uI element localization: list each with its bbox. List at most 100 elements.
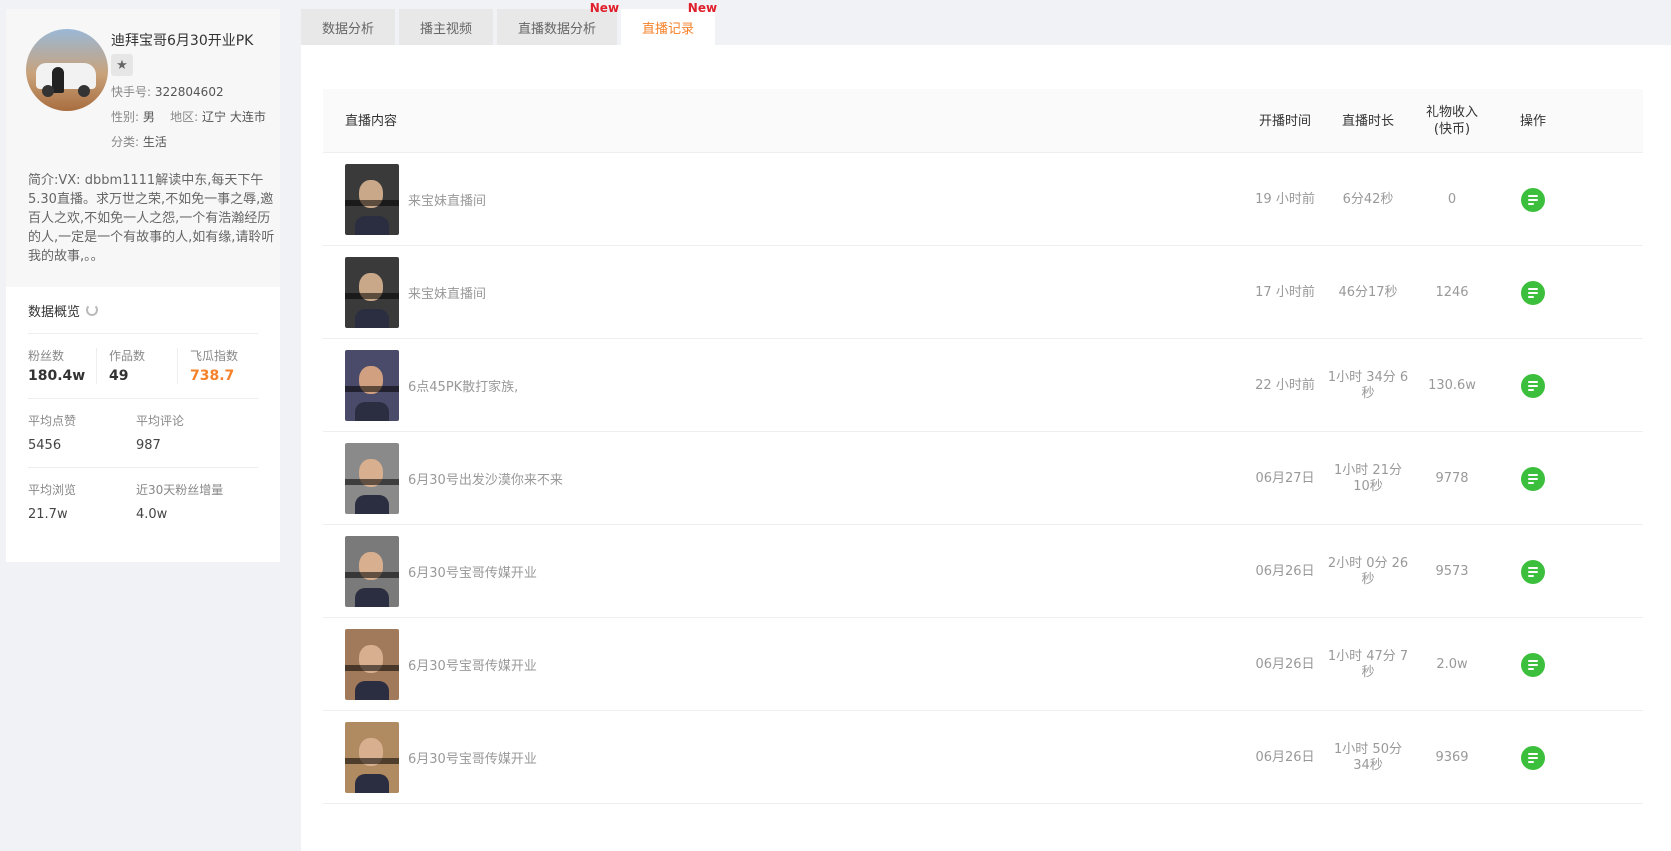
data-overview: 数据概览 粉丝数 180.4w 作品数 49 飞瓜指数 738.7 平均点赞 5… <box>6 287 280 530</box>
avg-likes-label: 平均点赞 <box>28 414 77 428</box>
fans-value: 180.4w <box>28 368 86 384</box>
header-gift-line2: (快币) <box>1433 122 1471 137</box>
live-title[interactable]: 来宝妹直播间 <box>408 246 486 339</box>
gift-income: 9369 <box>1435 749 1469 765</box>
index-value: 738.7 <box>190 368 235 384</box>
details-list-button[interactable] <box>1521 466 1545 491</box>
new-badge: New <box>589 1 620 15</box>
gift-income: 2.0w <box>1436 656 1468 672</box>
tab-data-analysis[interactable]: 数据分析 <box>301 9 396 45</box>
avg-comments-value: 987 <box>136 438 161 453</box>
main-stats: 粉丝数 180.4w 作品数 49 飞瓜指数 738.7 <box>28 348 258 384</box>
live-title[interactable]: 6月30号宝哥传媒开业 <box>408 711 537 804</box>
details-list-button[interactable] <box>1521 280 1545 305</box>
divider <box>28 333 258 334</box>
gift-income: 9573 <box>1435 563 1469 579</box>
index-stat: 飞瓜指数 738.7 <box>177 348 258 384</box>
overview-title-row: 数据概览 <box>28 301 258 320</box>
kuaishou-id-value: 322804602 <box>154 85 224 99</box>
live-title[interactable]: 6月30号宝哥传媒开业 <box>408 525 537 618</box>
live-thumbnail[interactable] <box>345 629 399 700</box>
avg-stats-row-2: 平均浏览 21.7w 近30天粉丝增量 4.0w <box>28 482 258 530</box>
tab-bar: 数据分析 播主视频 直播数据分析 New 直播记录 New <box>301 1 717 45</box>
operation-cell <box>1508 339 1558 432</box>
tab-label: 数据分析 <box>322 21 375 37</box>
tab-label: 直播记录 <box>642 21 695 37</box>
profile-name: 迪拜宝哥6月30开业PK <box>111 33 254 49</box>
operation-cell <box>1508 246 1558 339</box>
gift-income: 0 <box>1447 191 1457 207</box>
header-content: 直播内容 <box>345 113 398 129</box>
table-row: 6月30号出发沙漠你来不来 06月27日 1小时 21分 10秒 9778 <box>323 432 1643 525</box>
live-thumbnail[interactable] <box>345 536 399 607</box>
header-gift-line1: 礼物收入 <box>1425 105 1478 120</box>
region-value: 辽宁 大连市 <box>202 110 266 124</box>
operation-cell <box>1508 525 1558 618</box>
avg-stats-row-1: 平均点赞 5456 平均评论 987 <box>28 413 258 461</box>
live-title[interactable]: 6月30号宝哥传媒开业 <box>408 618 537 711</box>
category-label: 分类: <box>111 135 140 149</box>
gender-label: 性别: <box>111 110 140 124</box>
operation-cell <box>1508 618 1558 711</box>
fans-growth-label: 近30天粉丝增量 <box>136 483 224 497</box>
duration: 1小时 50分 34秒 <box>1334 741 1402 773</box>
live-thumbnail[interactable] <box>345 350 399 421</box>
divider <box>28 398 258 399</box>
live-title[interactable]: 来宝妹直播间 <box>408 153 486 246</box>
gift-income: 1246 <box>1435 284 1469 300</box>
avg-views-label: 平均浏览 <box>28 483 77 497</box>
live-title[interactable]: 6点45PK散打家族, <box>408 339 518 432</box>
tab-live-records[interactable]: 直播记录 New <box>621 1 717 45</box>
table-header: 直播内容 开播时间 直播时长 礼物收入 (快币) 操作 <box>323 89 1643 153</box>
fans-growth-stat: 近30天粉丝增量 4.0w <box>136 482 244 530</box>
category-line: 分类: 生活 <box>111 134 271 151</box>
details-list-button[interactable] <box>1521 373 1545 398</box>
details-list-button[interactable] <box>1521 187 1545 212</box>
duration: 1小时 34分 6秒 <box>1327 369 1409 401</box>
details-list-button[interactable] <box>1521 559 1545 584</box>
gift-income: 9778 <box>1435 470 1469 486</box>
operation-cell <box>1508 711 1558 804</box>
operation-cell <box>1508 153 1558 246</box>
avg-comments-label: 平均评论 <box>136 414 185 428</box>
tab-streamer-videos[interactable]: 播主视频 <box>399 9 494 45</box>
header-gift-income: 礼物收入 (快币) <box>1410 89 1494 153</box>
star-icon: ★ <box>116 57 128 73</box>
region-label: 地区: <box>170 110 199 124</box>
duration: 1小时 21分 10秒 <box>1334 462 1402 494</box>
avatar <box>26 29 108 111</box>
avg-likes-value: 5456 <box>28 438 62 453</box>
favorite-star-button[interactable]: ★ <box>111 54 133 76</box>
refresh-icon[interactable] <box>86 304 99 316</box>
kuaishou-id-line: 快手号: 322804602 <box>111 84 271 101</box>
live-thumbnail[interactable] <box>345 164 399 235</box>
live-thumbnail[interactable] <box>345 722 399 793</box>
works-value: 49 <box>109 368 129 384</box>
kuaishou-id-label: 快手号: <box>111 85 152 99</box>
duration: 6分42秒 <box>1342 191 1394 207</box>
new-badge: New <box>687 1 718 15</box>
table-row: 6月30号宝哥传媒开业 06月26日 1小时 47分 7秒 2.0w <box>323 618 1643 711</box>
table-row: 6月30号宝哥传媒开业 06月26日 1小时 50分 34秒 9369 <box>323 711 1643 804</box>
divider <box>28 467 258 468</box>
gender-value: 男 <box>142 110 155 124</box>
live-records-panel: 直播内容 开播时间 直播时长 礼物收入 (快币) 操作 来宝妹直播间 19 小时前… <box>301 45 1671 851</box>
table-row: 6点45PK散打家族, 22 小时前 1小时 34分 6秒 130.6w <box>323 339 1643 432</box>
live-thumbnail[interactable] <box>345 443 399 514</box>
gender-region-line: 性别: 男 地区: 辽宁 大连市 <box>111 109 271 126</box>
tab-label: 直播数据分析 <box>518 21 597 37</box>
works-label: 作品数 <box>109 349 146 363</box>
tab-live-data-analysis[interactable]: 直播数据分析 New <box>497 1 619 45</box>
duration: 46分17秒 <box>1338 284 1398 300</box>
details-list-button[interactable] <box>1521 652 1545 677</box>
avg-views-value: 21.7w <box>28 507 68 522</box>
live-thumbnail[interactable] <box>345 257 399 328</box>
profile-bio: 简介:VX: dbbm1111解读中东,每天下午5.30直播。求万世之荣,不如免… <box>28 173 275 264</box>
operation-cell <box>1508 432 1558 525</box>
details-list-button[interactable] <box>1521 745 1545 770</box>
table-row: 6月30号宝哥传媒开业 06月26日 2小时 0分 26秒 9573 <box>323 525 1643 618</box>
avg-views-stat: 平均浏览 21.7w <box>28 482 136 530</box>
category-value: 生活 <box>142 135 167 149</box>
live-title[interactable]: 6月30号出发沙漠你来不来 <box>408 432 563 525</box>
fans-growth-value: 4.0w <box>136 507 168 522</box>
